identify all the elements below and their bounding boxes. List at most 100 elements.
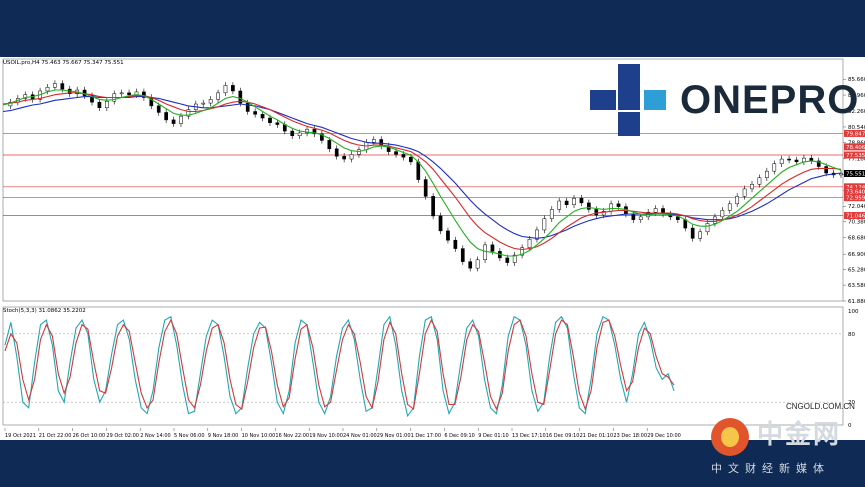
x-tick-label: 6 Dec 09:10 xyxy=(444,433,474,439)
candle-body xyxy=(764,170,769,178)
candle-body xyxy=(164,112,169,121)
x-tick-label: 26 Oct 10:00 xyxy=(73,433,106,439)
candle-body xyxy=(423,179,428,197)
candle-body xyxy=(742,188,747,197)
candle-body xyxy=(460,248,465,262)
price-label: 75.551 xyxy=(846,172,865,178)
candle-body xyxy=(505,257,510,263)
stochastic-line xyxy=(4,318,675,411)
x-tick-label: 24 Nov 01:00 xyxy=(343,433,377,439)
screenshot-frame: 85.66083.96082.26080.54078.86077.16075.4… xyxy=(0,0,865,487)
candle-body xyxy=(297,132,302,136)
candle-body xyxy=(53,83,57,88)
candle-body xyxy=(594,209,599,216)
candle-body xyxy=(579,197,584,204)
candle-body xyxy=(438,215,443,232)
candle-body xyxy=(334,148,339,157)
candle-body xyxy=(253,111,257,115)
candle-body xyxy=(698,231,702,239)
price-label: 78.406 xyxy=(846,145,865,151)
x-tick-label: 19 Nov 10:00 xyxy=(309,433,343,439)
candle-body xyxy=(587,202,591,210)
candle-body xyxy=(490,244,495,252)
candle-body xyxy=(371,139,376,143)
x-tick-label: 29 Nov 01:00 xyxy=(377,433,411,439)
x-tick-label: 19 Oct 2021 xyxy=(5,433,36,439)
x-tick-label: 1 Dec 17:00 xyxy=(411,433,441,439)
candle-body xyxy=(223,85,228,94)
oscillator-border xyxy=(2,306,844,426)
candle-body xyxy=(394,151,398,155)
oscillator-tick-label: 100 xyxy=(848,309,859,315)
candle-body xyxy=(231,85,235,92)
candle-body xyxy=(275,122,280,125)
oscillator-title: Stoch(5,3,3) 31.0862 35.2202 xyxy=(3,308,86,314)
candle-body xyxy=(416,161,421,180)
x-tick-label: 23 Dec 18:00 xyxy=(613,433,647,439)
candle-body xyxy=(839,173,843,176)
candle-body xyxy=(727,203,732,211)
stochastic-line xyxy=(4,315,675,418)
x-tick-label: 5 Nov 06:00 xyxy=(174,433,205,439)
candle-body xyxy=(720,210,725,218)
candle-body xyxy=(268,117,272,123)
candle-body xyxy=(119,92,124,95)
candle-body xyxy=(260,114,265,119)
candle-body xyxy=(453,239,458,249)
watermark-url: CNGOLD.COM.CN xyxy=(786,402,855,411)
x-tick-label: 13 Dec 17:10 xyxy=(512,433,546,439)
x-tick-label: 29 Dec 10:00 xyxy=(647,433,681,439)
candle-body xyxy=(483,244,487,261)
candle-body xyxy=(675,216,680,220)
watermark-subtitle: 中文财经新媒体 xyxy=(711,462,830,475)
candle-body xyxy=(757,177,762,185)
y-tick-label: 68.680 xyxy=(848,236,865,242)
x-tick-label: 9 Nov 18:00 xyxy=(208,433,239,439)
candle-body xyxy=(750,183,754,190)
x-tick-label: 29 Oct 02:00 xyxy=(106,433,139,439)
candle-body xyxy=(342,156,346,160)
candle-body xyxy=(208,99,213,104)
candle-body xyxy=(475,259,480,269)
onepro-logo-text: ONEPRO xyxy=(680,78,860,122)
candle-body xyxy=(216,92,220,100)
watermark-brand: 中金网 xyxy=(757,420,842,450)
price-label: 72.959 xyxy=(846,196,865,202)
price-label: 79.847 xyxy=(846,131,865,137)
candle-body xyxy=(290,130,295,136)
candle-body xyxy=(431,196,435,217)
main-chart-title: USOIL.pro,H4 75.463 75.667 75.347 75.551 xyxy=(3,60,124,66)
candle-body xyxy=(127,92,131,95)
y-tick-label: 61.880 xyxy=(848,299,865,303)
candle-body xyxy=(446,230,450,241)
candle-body xyxy=(824,166,829,174)
x-tick-label: 21 Oct 22:00 xyxy=(39,433,72,439)
candle-body xyxy=(616,203,621,207)
candle-body xyxy=(401,154,406,158)
candle-body xyxy=(779,158,784,164)
candle-body xyxy=(638,216,643,220)
y-tick-label: 66.900 xyxy=(848,252,865,258)
candle-body xyxy=(690,227,695,239)
candle-body xyxy=(631,213,636,220)
candle-body xyxy=(735,196,740,205)
candle-body xyxy=(609,203,613,212)
candle-body xyxy=(787,158,791,161)
candle-body xyxy=(557,200,562,210)
candle-body xyxy=(156,105,161,113)
candle-body xyxy=(60,83,65,90)
candle-body xyxy=(179,115,183,124)
x-tick-label: 16 Dec 09:10 xyxy=(546,433,580,439)
x-tick-label: 21 Dec 01:10 xyxy=(580,433,614,439)
stochastic-oscillator-panel: 10080200 xyxy=(2,306,859,428)
candle-body xyxy=(327,140,332,150)
candle-body xyxy=(564,200,569,206)
candle-body xyxy=(794,159,799,163)
candle-body xyxy=(171,119,176,124)
candle-body xyxy=(409,156,413,163)
y-tick-label: 70.380 xyxy=(848,220,865,226)
y-tick-label: 65.280 xyxy=(848,267,865,273)
y-tick-label: 63.580 xyxy=(848,283,865,289)
cngold-logo-icon xyxy=(711,418,749,456)
candle-body xyxy=(201,102,206,105)
